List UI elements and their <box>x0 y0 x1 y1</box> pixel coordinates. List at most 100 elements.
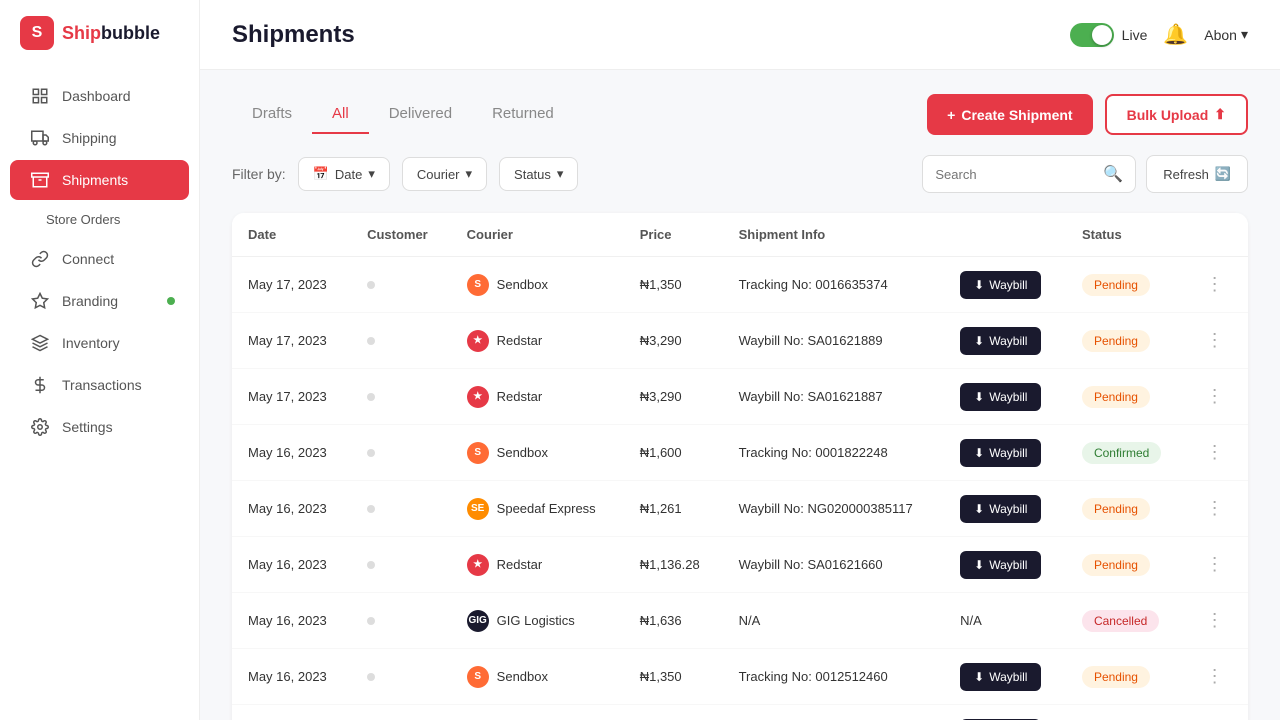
more-options-button[interactable]: ⋮ <box>1202 662 1228 691</box>
col-actions <box>1186 213 1248 257</box>
create-shipment-button[interactable]: + Create Shipment <box>927 94 1092 135</box>
notification-bell-icon[interactable]: 🔔 <box>1163 22 1188 47</box>
cell-price: ₦1,600 <box>624 425 723 481</box>
cell-waybill: ⬇ Waybill <box>944 257 1066 313</box>
sidebar-item-connect[interactable]: Connect <box>10 239 189 279</box>
cell-waybill: ⬇ Waybill <box>944 313 1066 369</box>
waybill-button[interactable]: ⬇ Waybill <box>960 495 1041 523</box>
tab-bar: Drafts All Delivered Returned + Create S… <box>232 94 1248 135</box>
more-options-button[interactable]: ⋮ <box>1202 606 1228 635</box>
sidebar: S Shipbubble Dashboard Shipping Shipment… <box>0 0 200 720</box>
logo-icon: S <box>20 16 54 50</box>
waybill-button[interactable]: ⬇ Waybill <box>960 383 1041 411</box>
table-row: May 16, 2023 ★ Redstar ₦3,290 Waybill No… <box>232 705 1248 720</box>
cell-more: ⋮ <box>1186 649 1248 705</box>
more-options-button[interactable]: ⋮ <box>1202 382 1228 411</box>
chevron-down-icon: ▾ <box>557 166 564 182</box>
cell-courier: S Sendbox <box>451 257 624 313</box>
na-label: N/A <box>960 613 982 628</box>
shipments-table: Date Customer Courier Price Shipment Inf… <box>232 213 1248 720</box>
waybill-button[interactable]: ⬇ Waybill <box>960 327 1041 355</box>
more-options-button[interactable]: ⋮ <box>1202 494 1228 523</box>
table-row: May 16, 2023 S Sendbox ₦1,600 Tracking N… <box>232 425 1248 481</box>
tab-all[interactable]: All <box>312 95 369 134</box>
tab-delivered[interactable]: Delivered <box>369 95 472 134</box>
more-options-button[interactable]: ⋮ <box>1202 550 1228 579</box>
cell-status: Pending <box>1066 369 1186 425</box>
sidebar-item-inventory[interactable]: Inventory <box>10 323 189 363</box>
table-row: May 16, 2023 S Sendbox ₦1,350 Tracking N… <box>232 649 1248 705</box>
header: Shipments Live 🔔 Abon ▾ <box>200 0 1280 70</box>
col-shipment-info: Shipment Info <box>723 213 945 257</box>
sidebar-item-label: Branding <box>62 293 118 309</box>
cell-customer <box>351 537 451 593</box>
sidebar-item-branding[interactable]: Branding <box>10 281 189 321</box>
sidebar-item-dashboard[interactable]: Dashboard <box>10 76 189 116</box>
cell-shipment-info: Waybill No: SA01621889 <box>723 313 945 369</box>
upload-icon: ⬆ <box>1214 106 1226 123</box>
cell-date: May 16, 2023 <box>232 425 351 481</box>
courier-logo-icon: ★ <box>467 554 489 576</box>
logo-text: Shipbubble <box>62 23 160 44</box>
cell-customer <box>351 425 451 481</box>
cell-shipment-info: Waybill No: SA01621660 <box>723 537 945 593</box>
search-input[interactable] <box>935 167 1095 182</box>
cell-more: ⋮ <box>1186 481 1248 537</box>
cell-customer <box>351 593 451 649</box>
cell-shipment-info: Tracking No: 0001822248 <box>723 425 945 481</box>
tab-drafts[interactable]: Drafts <box>232 95 312 134</box>
cell-price: ₦3,290 <box>624 705 723 720</box>
plus-icon: + <box>947 107 955 123</box>
waybill-button[interactable]: ⬇ Waybill <box>960 663 1041 691</box>
cell-date: May 16, 2023 <box>232 481 351 537</box>
search-box: 🔍 <box>922 155 1136 193</box>
box-icon <box>30 170 50 190</box>
courier-filter-button[interactable]: Courier ▾ <box>402 157 487 191</box>
sidebar-item-label: Store Orders <box>46 212 120 227</box>
live-toggle[interactable]: Live <box>1070 23 1148 47</box>
more-options-button[interactable]: ⋮ <box>1202 326 1228 355</box>
courier-logo-icon: GIG <box>467 610 489 632</box>
cell-courier: SE Speedaf Express <box>451 481 624 537</box>
status-filter-button[interactable]: Status ▾ <box>499 157 578 191</box>
more-options-button[interactable]: ⋮ <box>1202 270 1228 299</box>
bulk-upload-button[interactable]: Bulk Upload ⬆ <box>1105 94 1248 135</box>
courier-logo-icon: SE <box>467 498 489 520</box>
waybill-button[interactable]: ⬇ Waybill <box>960 271 1041 299</box>
cell-more: ⋮ <box>1186 369 1248 425</box>
download-icon: ⬇ <box>974 334 984 348</box>
cell-status: Confirmed <box>1066 425 1186 481</box>
user-menu-button[interactable]: Abon ▾ <box>1204 26 1248 43</box>
sidebar-item-settings[interactable]: Settings <box>10 407 189 447</box>
sidebar-item-label: Shipping <box>62 130 117 146</box>
courier-logo-icon: S <box>467 666 489 688</box>
more-options-button[interactable]: ⋮ <box>1202 438 1228 467</box>
cell-more: ⋮ <box>1186 257 1248 313</box>
cell-waybill: ⬇ Waybill <box>944 705 1066 720</box>
status-badge: Pending <box>1082 330 1150 352</box>
cell-more: ⋮ <box>1186 593 1248 649</box>
cell-customer <box>351 481 451 537</box>
courier-logo-icon: ★ <box>467 386 489 408</box>
sidebar-item-transactions[interactable]: Transactions <box>10 365 189 405</box>
table-row: May 17, 2023 ★ Redstar ₦3,290 Waybill No… <box>232 369 1248 425</box>
layers-icon <box>30 333 50 353</box>
col-price: Price <box>624 213 723 257</box>
toggle-switch[interactable] <box>1070 23 1114 47</box>
sidebar-item-shipments[interactable]: Shipments <box>10 160 189 200</box>
cell-waybill: ⬇ Waybill <box>944 369 1066 425</box>
sidebar-item-store-orders[interactable]: Store Orders <box>10 202 189 237</box>
tab-returned[interactable]: Returned <box>472 95 574 134</box>
waybill-button[interactable]: ⬇ Waybill <box>960 551 1041 579</box>
cell-courier: ★ Redstar <box>451 537 624 593</box>
waybill-button[interactable]: ⬇ Waybill <box>960 439 1041 467</box>
date-filter-button[interactable]: 📅 Date ▾ <box>298 157 390 191</box>
sidebar-item-shipping[interactable]: Shipping <box>10 118 189 158</box>
sidebar-item-label: Shipments <box>62 172 128 188</box>
refresh-button[interactable]: Refresh 🔄 <box>1146 155 1248 193</box>
courier-logo-icon: S <box>467 274 489 296</box>
cell-shipment-info: Waybill No: NG020000385117 <box>723 481 945 537</box>
cell-price: ₦3,290 <box>624 369 723 425</box>
cell-shipment-info: Tracking No: 0016635374 <box>723 257 945 313</box>
status-badge: Pending <box>1082 274 1150 296</box>
